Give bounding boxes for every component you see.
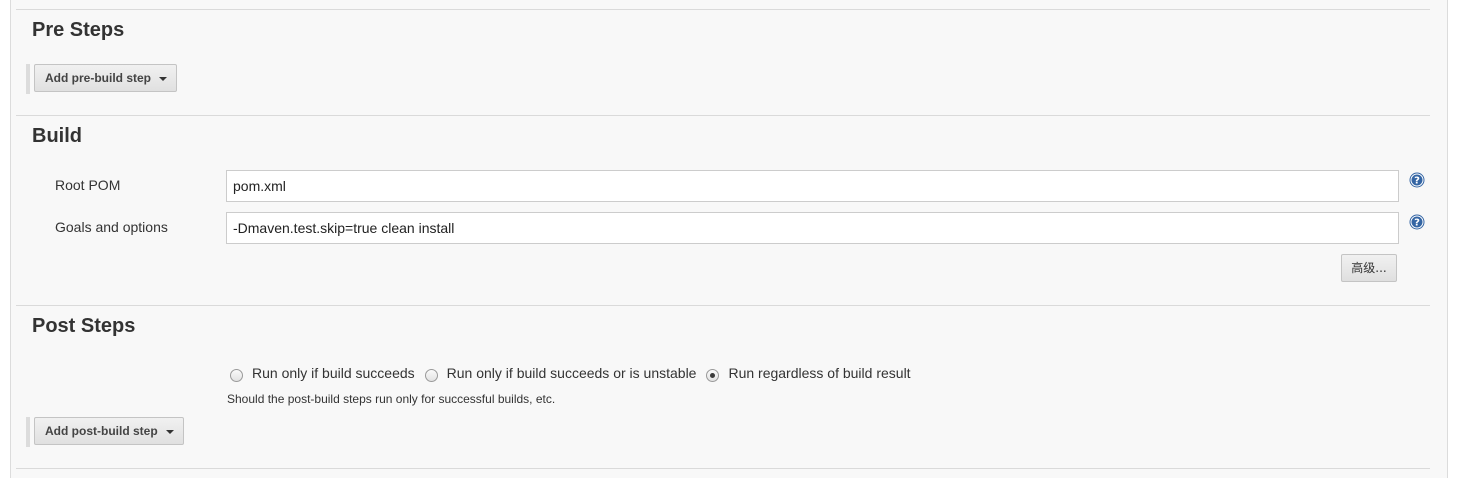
radio-option-regardless[interactable]: Run regardless of build result [706, 365, 911, 382]
goals-options-input[interactable] [226, 212, 1399, 244]
add-pre-build-step-label: Add pre-build step [45, 71, 151, 85]
pre-build-step-container: Add pre-build step [26, 64, 177, 94]
root-pom-input[interactable] [226, 170, 1399, 202]
post-steps-hint: Should the post-build steps run only for… [227, 392, 556, 406]
caret-down-icon [159, 77, 167, 81]
svg-text:?: ? [1414, 176, 1420, 187]
radio-label: Run regardless of build result [728, 365, 911, 381]
caret-down-icon [165, 430, 174, 434]
radio-label: Run only if build succeeds or is unstabl… [446, 365, 697, 381]
radio-button-selected[interactable] [706, 368, 720, 382]
help-icon[interactable]: ? [1409, 214, 1425, 230]
root-pom-label: Root POM [55, 177, 121, 193]
post-steps-run-condition: Run only if build succeeds Run only if b… [230, 363, 921, 383]
post-steps-title: Post Steps [32, 315, 136, 337]
goals-options-label: Goals and options [55, 219, 168, 235]
help-icon[interactable]: ? [1409, 172, 1425, 188]
radio-button[interactable] [424, 368, 438, 382]
add-post-build-step-label: Add post-build step [45, 424, 158, 438]
section-divider [16, 468, 1430, 469]
radio-label: Run only if build succeeds [252, 365, 415, 381]
build-title: Build [32, 125, 82, 147]
radio-option-succeeds[interactable]: Run only if build succeeds [230, 365, 415, 382]
section-divider [16, 305, 1430, 306]
add-pre-build-step-button[interactable]: Add pre-build step [34, 64, 177, 92]
svg-text:?: ? [1414, 218, 1420, 229]
advanced-button[interactable]: 高级... [1341, 254, 1397, 282]
radio-option-succeeds-or-unstable[interactable]: Run only if build succeeds or is unstabl… [424, 365, 697, 382]
add-post-build-step-button[interactable]: Add post-build step [34, 417, 184, 445]
section-divider [16, 9, 1430, 10]
post-build-step-container: Add post-build step [26, 417, 184, 447]
pre-steps-title: Pre Steps [32, 19, 125, 41]
section-divider [16, 115, 1430, 116]
radio-button[interactable] [230, 368, 243, 382]
